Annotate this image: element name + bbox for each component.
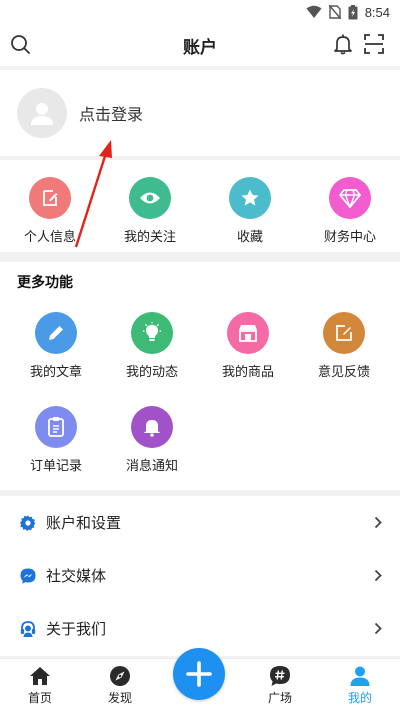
compass-icon [110, 666, 130, 686]
menu-item-label: 关于我们 [46, 621, 107, 638]
more-functions-section: 更多功能 我的文章 我的动态 我的商品 意见反馈 订单记录 消息通知 [0, 262, 400, 490]
function-label: 我的文章 [29, 364, 82, 379]
add-post-button[interactable] [173, 648, 225, 700]
feedback-icon [323, 312, 365, 354]
home-icon [30, 667, 50, 685]
shop-icon [227, 312, 269, 354]
functions-grid: 我的文章 我的动态 我的商品 意见反馈 订单记录 消息通知 [0, 312, 400, 500]
tab-label: 发现 [107, 691, 132, 705]
headset-icon [20, 620, 36, 637]
settings-menu: 账户和设置 社交媒体 关于我们 [0, 496, 400, 656]
tab-square[interactable]: 广场 [240, 659, 320, 711]
quick-item-favorites[interactable]: 收藏 [200, 160, 300, 252]
tab-label: 广场 [267, 691, 292, 705]
clipboard-icon [35, 406, 77, 448]
chevron-right-icon [374, 569, 382, 582]
avatar[interactable] [17, 88, 67, 138]
login-profile-row[interactable]: 点击登录 [0, 70, 400, 156]
function-my-products[interactable]: 我的商品 [200, 312, 296, 406]
diamond-icon [329, 177, 371, 219]
section-heading: 更多功能 [17, 274, 73, 290]
tab-mine[interactable]: 我的 [320, 659, 400, 711]
lightbulb-icon [131, 312, 173, 354]
default-user-icon [31, 103, 53, 125]
function-label: 消息通知 [125, 458, 178, 473]
menu-item-label: 社交媒体 [46, 568, 107, 585]
search-icon[interactable] [10, 34, 32, 56]
tab-label: 首页 [27, 691, 52, 705]
function-label: 我的动态 [125, 364, 178, 379]
tab-discover[interactable]: 发现 [80, 659, 160, 711]
function-order-history[interactable]: 订单记录 [8, 406, 104, 500]
function-notifications[interactable]: 消息通知 [104, 406, 200, 500]
star-icon [229, 177, 271, 219]
chevron-right-icon [374, 622, 382, 635]
notification-bell-icon[interactable] [332, 33, 354, 55]
plus-icon [186, 661, 212, 687]
status-time: 8:54 [364, 4, 390, 20]
chevron-right-icon [374, 516, 382, 529]
quick-item-label: 收藏 [236, 229, 263, 244]
menu-item-account-settings[interactable]: 账户和设置 [0, 496, 400, 549]
scan-icon[interactable] [363, 33, 385, 55]
top-bar: 账户 [0, 24, 400, 66]
no-sim-icon [328, 5, 341, 19]
eye-icon [129, 177, 171, 219]
function-my-posts[interactable]: 我的动态 [104, 312, 200, 406]
function-label: 意见反馈 [317, 364, 370, 379]
quick-item-finance[interactable]: 财务中心 [300, 160, 400, 252]
status-bar: 8:54 [0, 0, 400, 24]
menu-item-label: 账户和设置 [46, 515, 122, 532]
quick-item-personal-info[interactable]: 个人信息 [0, 160, 100, 252]
function-my-articles[interactable]: 我的文章 [8, 312, 104, 406]
messenger-icon [20, 568, 36, 584]
quick-item-label: 个人信息 [23, 229, 76, 244]
tab-label: 我的 [347, 691, 372, 705]
pencil-icon [35, 312, 77, 354]
edit-icon [29, 177, 71, 219]
quick-item-label: 财务中心 [323, 229, 376, 244]
user-icon [350, 666, 370, 686]
function-feedback[interactable]: 意见反馈 [296, 312, 392, 406]
battery-icon [348, 4, 358, 19]
tab-home[interactable]: 首页 [0, 659, 80, 711]
login-label[interactable]: 点击登录 [79, 101, 143, 125]
hashtag-chat-icon [270, 666, 290, 686]
quick-actions: 个人信息 我的关注 收藏 财务中心 [0, 160, 400, 252]
function-label: 订单记录 [29, 458, 82, 473]
function-label: 我的商品 [221, 364, 274, 379]
menu-item-social-media[interactable]: 社交媒体 [0, 549, 400, 602]
wifi-icon [306, 5, 322, 18]
quick-item-following[interactable]: 我的关注 [100, 160, 200, 252]
quick-item-label: 我的关注 [123, 229, 176, 244]
page-title: 账户 [183, 37, 217, 57]
gear-icon [20, 515, 36, 531]
bell-icon [131, 406, 173, 448]
